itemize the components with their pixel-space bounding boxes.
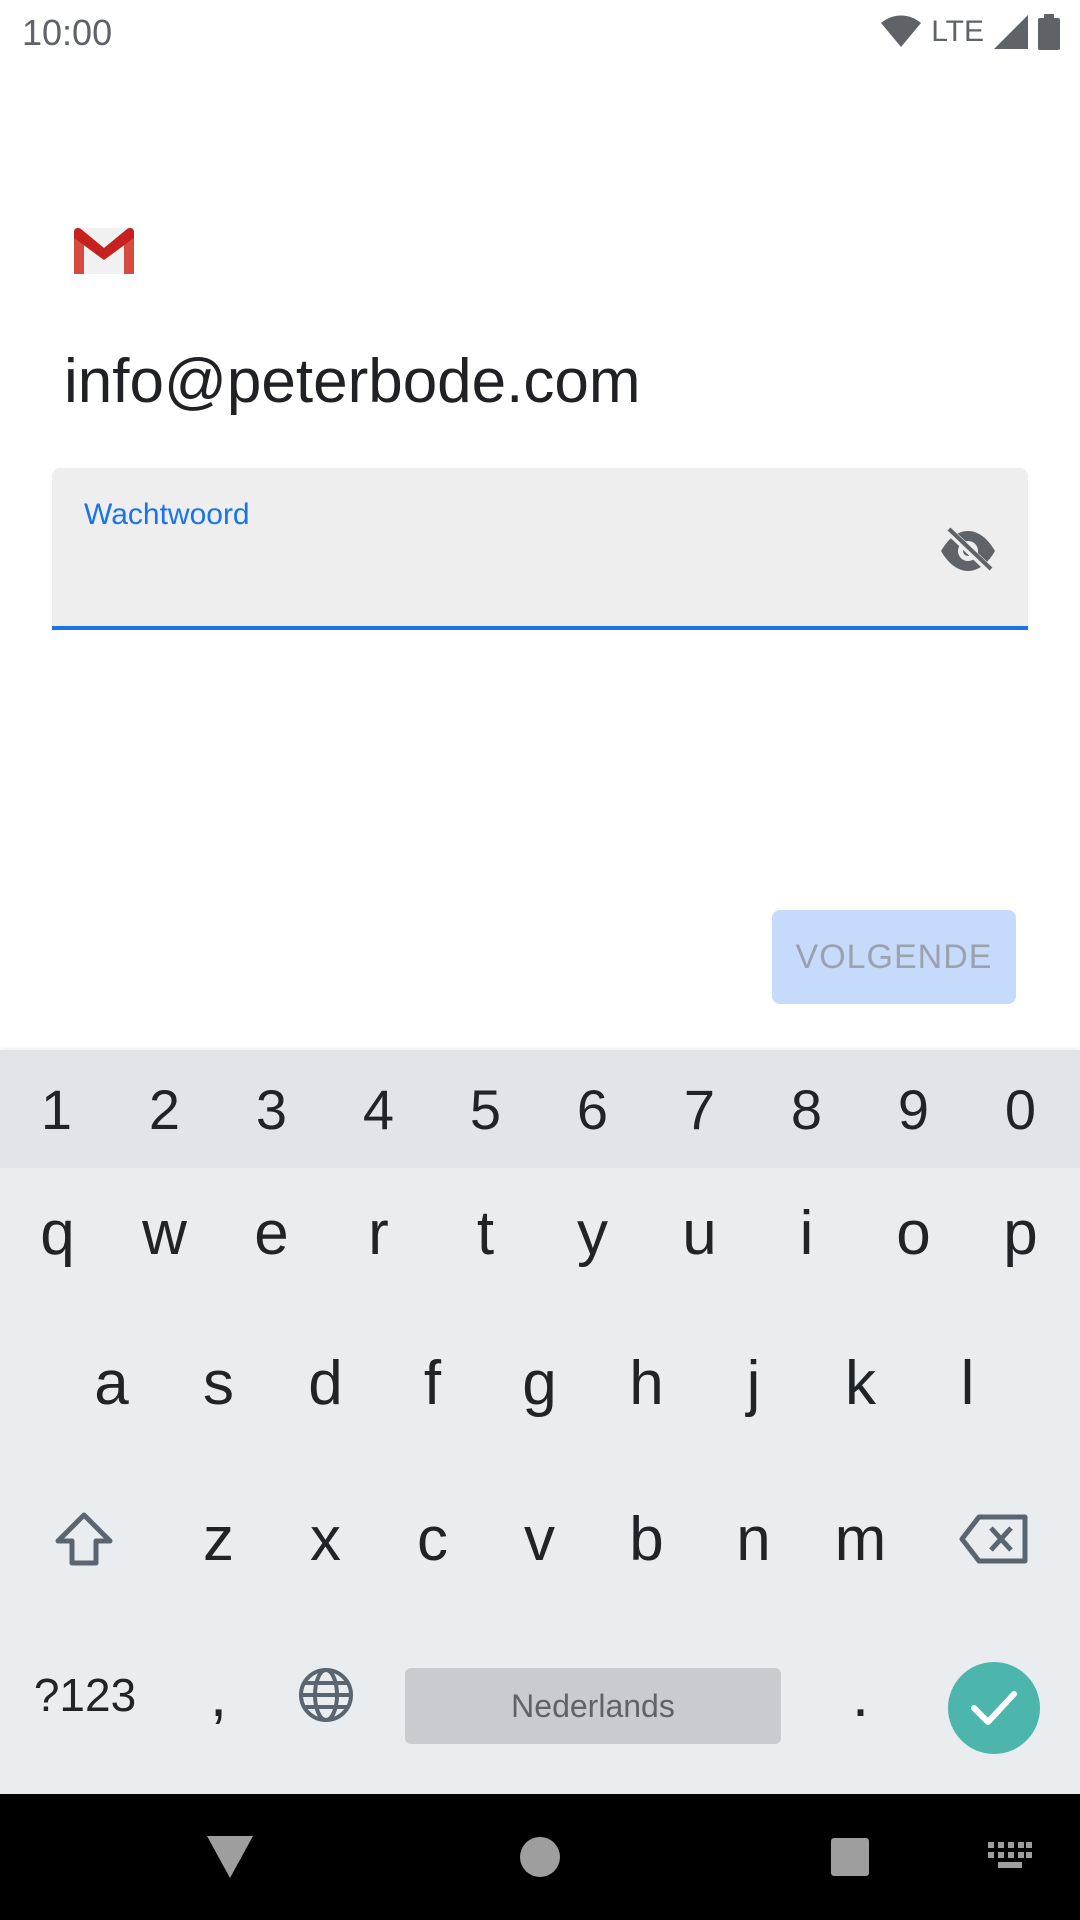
language-key[interactable] <box>272 1630 379 1760</box>
back-button[interactable] <box>190 1794 270 1920</box>
visibility-off-icon <box>941 527 995 573</box>
home-button[interactable] <box>500 1794 580 1920</box>
key-g[interactable]: g <box>486 1318 593 1448</box>
keyboard-switch-button[interactable] <box>975 1794 1045 1920</box>
password-field[interactable]: Wachtwoord <box>52 468 1028 630</box>
backspace-icon <box>959 1514 1028 1564</box>
keyboard-icon <box>988 1842 1032 1868</box>
key-3[interactable]: 3 <box>218 1050 325 1168</box>
key-h[interactable]: h <box>593 1318 700 1448</box>
shift-icon <box>55 1512 113 1566</box>
key-o[interactable]: o <box>860 1168 967 1298</box>
key-f[interactable]: f <box>379 1318 486 1448</box>
key-v[interactable]: v <box>486 1474 593 1604</box>
key-j[interactable]: j <box>700 1318 807 1448</box>
key-7[interactable]: 7 <box>646 1050 753 1168</box>
key-1[interactable]: 1 <box>3 1050 110 1168</box>
key-q[interactable]: q <box>4 1168 111 1298</box>
status-icons: LTE <box>881 12 1060 52</box>
key-i[interactable]: i <box>753 1168 860 1298</box>
key-4[interactable]: 4 <box>325 1050 432 1168</box>
comma-key[interactable]: , <box>165 1630 272 1760</box>
enter-key[interactable] <box>948 1662 1040 1754</box>
key-a[interactable]: a <box>58 1318 165 1448</box>
account-email: info@peterbode.com <box>64 347 641 416</box>
key-d[interactable]: d <box>272 1318 379 1448</box>
key-m[interactable]: m <box>807 1474 914 1604</box>
gmail-logo <box>74 228 134 274</box>
space-key[interactable]: Nederlands <box>405 1668 781 1744</box>
shift-key[interactable] <box>24 1474 144 1604</box>
key-9[interactable]: 9 <box>860 1050 967 1168</box>
status-bar: 10:00 LTE <box>0 0 1080 64</box>
key-k[interactable]: k <box>807 1318 914 1448</box>
key-p[interactable]: p <box>967 1168 1074 1298</box>
key-5[interactable]: 5 <box>432 1050 539 1168</box>
key-c[interactable]: c <box>379 1474 486 1604</box>
key-0[interactable]: 0 <box>967 1050 1074 1168</box>
key-l[interactable]: l <box>914 1318 1021 1448</box>
period-key[interactable]: . <box>807 1630 914 1760</box>
wifi-icon <box>881 15 922 47</box>
key-t[interactable]: t <box>432 1168 539 1298</box>
globe-icon <box>298 1668 353 1722</box>
password-input[interactable] <box>84 548 904 604</box>
battery-icon <box>1038 14 1060 50</box>
key-n[interactable]: n <box>700 1474 807 1604</box>
key-b[interactable]: b <box>593 1474 700 1604</box>
backspace-key[interactable] <box>934 1474 1054 1604</box>
key-y[interactable]: y <box>539 1168 646 1298</box>
password-label: Wachtwoord <box>84 498 250 531</box>
status-time: 10:00 <box>22 12 113 53</box>
key-8[interactable]: 8 <box>753 1050 860 1168</box>
signal-icon <box>994 15 1028 49</box>
check-icon <box>971 1691 1017 1725</box>
key-e[interactable]: e <box>218 1168 325 1298</box>
home-icon <box>520 1837 560 1877</box>
next-button[interactable]: VOLGENDE <box>772 910 1016 1004</box>
key-z[interactable]: z <box>165 1474 272 1604</box>
soft-keyboard: 1 2 3 4 5 6 7 8 9 0 q w e r t y u i o p … <box>0 1050 1080 1794</box>
key-u[interactable]: u <box>646 1168 753 1298</box>
number-row: 1 2 3 4 5 6 7 8 9 0 <box>0 1050 1080 1168</box>
key-w[interactable]: w <box>111 1168 218 1298</box>
key-2[interactable]: 2 <box>111 1050 218 1168</box>
key-s[interactable]: s <box>165 1318 272 1448</box>
recents-icon <box>831 1838 869 1876</box>
key-r[interactable]: r <box>325 1168 432 1298</box>
key-6[interactable]: 6 <box>539 1050 646 1168</box>
visibility-toggle-button[interactable] <box>938 520 998 580</box>
key-x[interactable]: x <box>272 1474 379 1604</box>
recents-button[interactable] <box>810 1794 890 1920</box>
back-icon <box>207 1836 253 1878</box>
symbols-key[interactable]: ?123 <box>10 1630 160 1760</box>
navigation-bar <box>0 1794 1080 1920</box>
network-type: LTE <box>931 15 984 48</box>
